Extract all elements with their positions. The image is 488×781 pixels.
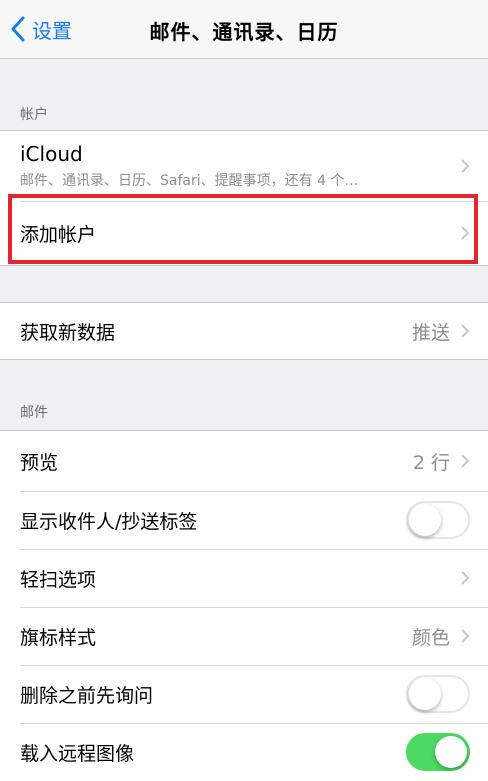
swipe-options-label: 轻扫选项 <box>20 568 97 591</box>
section-header-accounts: 帐户 <box>20 107 48 123</box>
load-remote-images-label: 载入远程图像 <box>20 742 135 765</box>
fetch-group: 获取新数据 推送 <box>0 302 488 360</box>
show-to-cc-row: 显示收件人/抄送标签 <box>0 491 488 549</box>
chevron-right-icon <box>461 629 470 643</box>
chevron-right-icon <box>461 159 470 173</box>
chevron-right-icon <box>461 454 470 468</box>
accounts-group: iCloud 邮件、通讯录、日历、Safari、提醒事项，还有 4 个… 添加帐… <box>0 130 488 266</box>
toggle-knob <box>409 504 441 536</box>
show-to-cc-label: 显示收件人/抄送标签 <box>20 510 198 533</box>
section-header-mail: 邮件 <box>20 405 48 421</box>
ask-before-delete-toggle[interactable] <box>406 675 470 713</box>
chevron-right-icon <box>461 226 470 240</box>
flag-style-value: 颜色 <box>411 626 450 649</box>
show-to-cc-toggle[interactable] <box>406 501 470 539</box>
flag-style-label: 旗标样式 <box>20 626 97 649</box>
chevron-right-icon <box>461 571 470 585</box>
preview-value: 2 行 <box>412 451 450 474</box>
fetch-new-data-value: 推送 <box>411 321 450 344</box>
account-subtitle: 邮件、通讯录、日历、Safari、提醒事项，还有 4 个… <box>20 173 359 189</box>
navigation-bar: 设置 邮件、通讯录、日历 <box>0 0 488 59</box>
flag-style-row[interactable]: 旗标样式 颜色 <box>0 607 488 665</box>
toggle-knob <box>435 736 467 768</box>
account-title: iCloud <box>20 142 83 166</box>
load-remote-images-row: 载入远程图像 <box>0 723 488 781</box>
mail-group: 预览 2 行 显示收件人/抄送标签 轻扫选项 旗标样式 颜色 删除之前先询问 载… <box>0 430 488 781</box>
account-icloud[interactable]: iCloud 邮件、通讯录、日历、Safari、提醒事项，还有 4 个… <box>0 131 488 201</box>
preview-label: 预览 <box>20 451 59 474</box>
add-account-label: 添加帐户 <box>20 223 97 246</box>
swipe-options-row[interactable]: 轻扫选项 <box>0 549 488 607</box>
fetch-new-data-row[interactable]: 获取新数据 推送 <box>0 303 488 359</box>
ask-before-delete-row: 删除之前先询问 <box>0 665 488 723</box>
toggle-knob <box>409 678 441 710</box>
page-title: 邮件、通讯录、日历 <box>149 20 339 44</box>
load-remote-images-toggle[interactable] <box>406 733 470 771</box>
fetch-new-data-label: 获取新数据 <box>20 321 116 344</box>
ask-before-delete-label: 删除之前先询问 <box>20 684 154 707</box>
chevron-right-icon <box>461 324 470 338</box>
add-account-row[interactable]: 添加帐户 <box>0 201 488 265</box>
preview-row[interactable]: 预览 2 行 <box>0 431 488 491</box>
